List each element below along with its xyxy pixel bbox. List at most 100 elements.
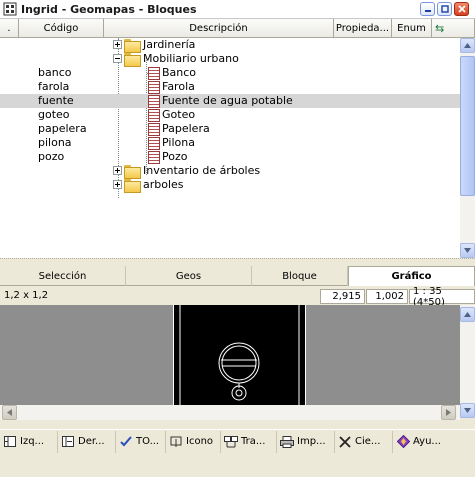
todos-button[interactable]: TO... xyxy=(116,430,166,453)
tab-geos[interactable]: Geos xyxy=(126,266,252,286)
izquierda-button[interactable]: Izq... xyxy=(0,430,58,453)
scroll-right-button[interactable] xyxy=(441,405,456,420)
ayuda-button[interactable]: Ayu... xyxy=(393,431,473,453)
expand-icon[interactable] xyxy=(113,40,122,49)
block-size: 1,2 x 1,2 xyxy=(4,290,49,301)
row-description: Pilona xyxy=(162,136,195,149)
tree-row[interactable]: papelera Papelera xyxy=(0,122,460,136)
scale-readout: 1 : 35 (4*50) xyxy=(409,286,475,308)
coord-y: 1,002 xyxy=(366,289,408,304)
app-icon xyxy=(3,2,17,16)
row-description: Goteo xyxy=(162,108,196,121)
scroll-thumb[interactable] xyxy=(460,56,475,196)
derecha-button[interactable]: Der... xyxy=(58,430,116,453)
collapse-icon[interactable] xyxy=(113,54,122,63)
row-description: Banco xyxy=(162,66,197,79)
toolbar-label: Cie... xyxy=(355,436,381,447)
scroll-up-button[interactable] xyxy=(460,307,475,322)
tree-scrollbar[interactable] xyxy=(460,38,475,258)
tree-row[interactable]: pozo Pozo xyxy=(0,150,460,164)
row-description: Jardinería xyxy=(143,38,196,51)
close-x-icon xyxy=(338,435,352,449)
scroll-down-button[interactable] xyxy=(460,243,475,258)
row-description: Fuente de agua potable xyxy=(162,94,293,107)
icono-button[interactable]: Icono xyxy=(166,430,221,453)
row-description: Inventario de árboles xyxy=(143,164,261,177)
column-enum[interactable]: Enum xyxy=(392,19,432,37)
block-icon xyxy=(147,122,160,136)
folder-icon xyxy=(124,38,141,53)
bottom-toolbar: Izq... Der... TO... Icono Tra... Imp... xyxy=(0,429,475,453)
cerrar-button[interactable]: Cie... xyxy=(335,430,393,453)
icon-bracket-icon xyxy=(169,435,183,449)
tab-grafico[interactable]: Gráfico xyxy=(348,266,475,286)
link-icon: ⇆ xyxy=(435,21,445,35)
block-preview xyxy=(173,305,306,405)
toolbar-label: Der... xyxy=(78,436,105,447)
row-description: arboles xyxy=(143,178,184,191)
column-dot[interactable]: . xyxy=(0,19,19,37)
block-tree[interactable]: Jardinería Mobiliario urbano banco Banco… xyxy=(0,38,460,258)
row-description: Pozo xyxy=(162,150,188,163)
checkmark-icon xyxy=(119,435,133,449)
title-bar: Ingrid - Geomapas - Bloques xyxy=(0,0,475,19)
row-description: Farola xyxy=(162,80,195,93)
maximize-button[interactable] xyxy=(437,2,452,16)
column-codigo[interactable]: Código xyxy=(19,19,104,37)
row-description: Mobiliario urbano xyxy=(143,52,239,65)
scroll-up-button[interactable] xyxy=(460,38,475,53)
tree-row[interactable]: Mobiliario urbano xyxy=(0,52,460,67)
block-icon xyxy=(147,80,160,94)
window-bottom xyxy=(0,453,475,477)
canvas-horizontal-scrollbar[interactable] xyxy=(0,405,460,420)
toolbar-label: Ayu... xyxy=(413,436,441,447)
tab-bloque[interactable]: Bloque xyxy=(252,266,348,286)
block-icon xyxy=(147,136,160,150)
scroll-down-button[interactable] xyxy=(460,403,475,418)
tree-row[interactable]: arboles xyxy=(0,178,460,193)
tree-row-selected[interactable]: fuente Fuente de agua potable xyxy=(0,94,460,108)
split-right-icon xyxy=(61,435,75,449)
minimize-button[interactable] xyxy=(420,2,435,16)
tree-row[interactable]: goteo Goteo xyxy=(0,108,460,122)
coord-x: 2,915 xyxy=(320,289,365,304)
tree-row[interactable]: banco Banco xyxy=(0,66,460,80)
row-code: farola xyxy=(38,80,70,93)
column-descripcion[interactable]: Descripción xyxy=(104,19,334,37)
row-code: fuente xyxy=(38,94,74,107)
block-icon xyxy=(147,66,160,80)
window-title: Ingrid - Geomapas - Bloques xyxy=(21,2,197,16)
row-code: pozo xyxy=(38,150,65,163)
folder-open-icon xyxy=(124,52,141,67)
row-code: papelera xyxy=(38,122,87,135)
column-header: . Código Descripción Propieda... Enum ⇆ xyxy=(0,19,475,38)
tree-row[interactable]: Jardinería xyxy=(0,38,460,53)
block-icon xyxy=(147,150,160,164)
graphic-canvas[interactable] xyxy=(0,305,460,405)
expand-icon[interactable] xyxy=(113,180,122,189)
printer-icon xyxy=(280,435,294,449)
toolbar-label: Icono xyxy=(186,436,214,447)
transferir-button[interactable]: Tra... xyxy=(221,430,277,453)
close-button[interactable] xyxy=(454,2,469,16)
info-bar: 1,2 x 1,2 2,915 1,002 1 : 35 (4*50) xyxy=(0,286,475,308)
block-icon xyxy=(147,94,160,108)
help-diamond-icon xyxy=(396,435,410,449)
toolbar-label: TO... xyxy=(136,436,160,447)
tree-row[interactable]: Inventario de árboles xyxy=(0,164,460,179)
row-description: Papelera xyxy=(162,122,210,135)
tree-row[interactable]: pilona Pilona xyxy=(0,136,460,150)
tab-seleccion[interactable]: Selección xyxy=(0,266,126,286)
imprimir-button[interactable]: Imp... xyxy=(277,430,335,453)
pane-splitter[interactable] xyxy=(0,258,475,266)
canvas-vertical-scrollbar[interactable] xyxy=(460,305,475,418)
toolbar-label: Tra... xyxy=(241,436,266,447)
expand-icon[interactable] xyxy=(113,166,122,175)
column-extra[interactable]: ⇆ xyxy=(432,19,475,37)
tab-bar: Selección Geos Bloque Gráfico xyxy=(0,266,475,286)
scroll-left-button[interactable] xyxy=(2,405,17,420)
tree-row[interactable]: farola Farola xyxy=(0,80,460,94)
split-left-icon xyxy=(3,435,17,449)
column-propiedades[interactable]: Propieda... xyxy=(334,19,392,37)
row-code: goteo xyxy=(38,108,70,121)
